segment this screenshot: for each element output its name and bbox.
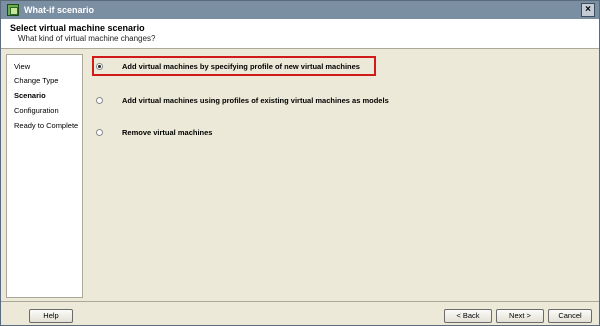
back-button[interactable]: < Back bbox=[444, 309, 492, 323]
radio-remove-vms[interactable] bbox=[96, 129, 103, 136]
option-remove-vms[interactable]: Remove virtual machines bbox=[96, 128, 212, 137]
app-icon bbox=[7, 4, 19, 16]
close-button[interactable]: × bbox=[581, 3, 595, 17]
sidebar-item-ready-to-complete[interactable]: Ready to Complete bbox=[14, 121, 78, 130]
radio-add-by-profile[interactable] bbox=[96, 63, 103, 70]
cancel-button[interactable]: Cancel bbox=[548, 309, 592, 323]
scenario-options-panel: Add virtual machines by specifying profi… bbox=[88, 54, 595, 298]
what-if-scenario-dialog: What-if scenario × Select virtual machin… bbox=[0, 0, 600, 326]
page-title: Select virtual machine scenario bbox=[10, 23, 145, 33]
wizard-header: Select virtual machine scenario What kin… bbox=[1, 19, 599, 49]
radio-add-from-existing[interactable] bbox=[96, 97, 103, 104]
wizard-footer: Help < Back Next > Cancel bbox=[1, 301, 599, 325]
next-button[interactable]: Next > bbox=[496, 309, 544, 323]
option-add-from-existing[interactable]: Add virtual machines using profiles of e… bbox=[96, 96, 389, 105]
sidebar-item-configuration[interactable]: Configuration bbox=[14, 106, 59, 115]
wizard-steps-sidebar: View Change Type Scenario Configuration … bbox=[6, 54, 83, 298]
option-label: Add virtual machines using profiles of e… bbox=[122, 96, 389, 105]
option-add-by-profile[interactable]: Add virtual machines by specifying profi… bbox=[96, 62, 360, 71]
title-bar[interactable]: What-if scenario × bbox=[1, 1, 599, 19]
sidebar-item-change-type[interactable]: Change Type bbox=[14, 76, 58, 85]
option-label: Add virtual machines by specifying profi… bbox=[122, 62, 360, 71]
sidebar-item-view[interactable]: View bbox=[14, 62, 30, 71]
help-button[interactable]: Help bbox=[29, 309, 73, 323]
page-subtitle: What kind of virtual machine changes? bbox=[18, 34, 156, 43]
sidebar-item-scenario[interactable]: Scenario bbox=[14, 91, 46, 100]
option-label: Remove virtual machines bbox=[122, 128, 213, 137]
window-title: What-if scenario bbox=[24, 5, 95, 15]
